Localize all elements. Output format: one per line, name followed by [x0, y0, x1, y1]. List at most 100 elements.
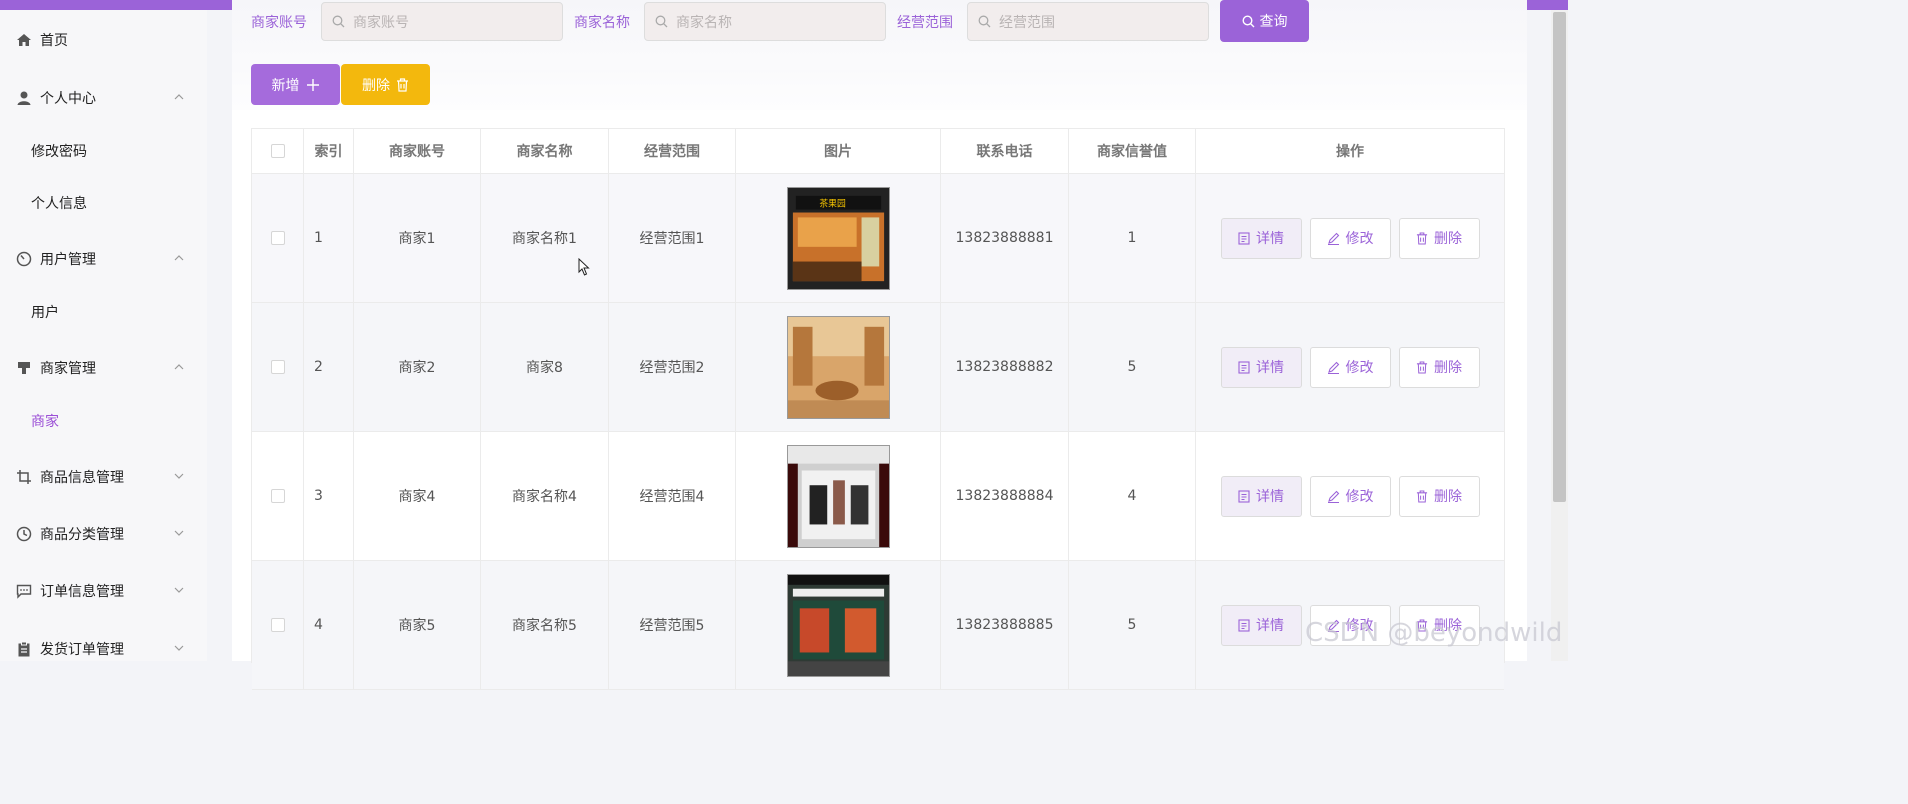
- edit-button[interactable]: 修改: [1309, 346, 1391, 388]
- add-button-label: 新增: [271, 77, 300, 94]
- search-icon: [655, 15, 668, 28]
- chevron-down-icon: [174, 530, 184, 536]
- sidebar-item-user-management[interactable]: 用户管理: [0, 239, 207, 279]
- edit-button[interactable]: 修改: [1309, 217, 1391, 259]
- sidebar-item-merchant[interactable]: 商家: [0, 401, 207, 441]
- search-icon: [332, 15, 345, 28]
- edit-button[interactable]: 修改: [1309, 475, 1391, 517]
- delete-button[interactable]: 删除: [1398, 475, 1480, 517]
- document-icon: [1238, 489, 1250, 503]
- chevron-down-icon: [174, 473, 184, 479]
- row-select-cell[interactable]: [252, 174, 304, 302]
- sidebar-item-merchant-management[interactable]: 商家管理: [0, 348, 207, 388]
- delete-button[interactable]: 删除: [1398, 346, 1480, 388]
- column-header: 商家账号: [354, 129, 481, 173]
- header-select-all[interactable]: [252, 129, 304, 173]
- cell-phone: 13823888882: [941, 303, 1069, 431]
- row-checkbox[interactable]: [270, 360, 285, 374]
- cell-image: [736, 561, 941, 689]
- clock-icon: [16, 526, 32, 542]
- row-checkbox[interactable]: [270, 231, 285, 245]
- detail-button[interactable]: 详情: [1220, 475, 1302, 517]
- cell-credit: 5: [1069, 303, 1196, 431]
- cell-phone: 13823888881: [941, 174, 1069, 302]
- cell-scope: 经营范围1: [609, 174, 736, 302]
- column-header: 经营范围: [609, 129, 736, 173]
- clipboard-icon: [16, 641, 32, 657]
- merchant-image: 茶果园: [786, 186, 890, 290]
- select-all-checkbox[interactable]: [270, 144, 285, 158]
- search-placeholder: 经营范围: [999, 14, 1055, 31]
- detail-button[interactable]: 详情: [1220, 217, 1302, 259]
- cell-index: 4: [304, 561, 354, 689]
- detail-button[interactable]: 详情: [1220, 346, 1302, 388]
- batch-delete-button[interactable]: 删除: [341, 64, 430, 105]
- search-input-account[interactable]: 商家账号: [321, 2, 563, 41]
- trash-icon: [397, 77, 408, 92]
- column-header: 索引: [304, 129, 354, 173]
- cell-account: 商家4: [354, 432, 481, 560]
- row-checkbox[interactable]: [270, 489, 285, 503]
- sidebar-item-label: 商品信息管理: [40, 470, 124, 486]
- edit-icon: [1327, 361, 1339, 374]
- chevron-down-icon: [174, 645, 184, 651]
- detail-button-label: 详情: [1256, 489, 1284, 505]
- trash-icon: [1416, 231, 1428, 245]
- delete-button-label: 删除: [362, 77, 390, 94]
- detail-button[interactable]: 详情: [1220, 604, 1302, 646]
- delete-button-label: 删除: [1434, 231, 1462, 247]
- document-icon: [1238, 231, 1250, 245]
- sidebar-item-label: 发货订单管理: [40, 642, 124, 658]
- merchant-table: 索引 商家账号 商家名称 经营范围 图片 联系电话 商家信誉值 操作 1 商家1…: [251, 128, 1505, 690]
- sidebar-item-personal-center[interactable]: 个人中心: [0, 78, 207, 118]
- delete-button[interactable]: 删除: [1398, 217, 1480, 259]
- sidebar-item-users[interactable]: 用户: [0, 292, 207, 332]
- sidebar-item-change-password[interactable]: 修改密码: [0, 131, 207, 171]
- search-input-scope[interactable]: 经营范围: [967, 2, 1209, 41]
- edit-button-label: 修改: [1345, 360, 1374, 376]
- merchant-image: [786, 444, 890, 548]
- cell-scope: 经营范围5: [609, 561, 736, 689]
- delete-button-label: 删除: [1434, 489, 1462, 505]
- shop-icon: [16, 360, 32, 376]
- add-button[interactable]: 新增: [251, 64, 340, 105]
- sidebar-item-home[interactable]: 首页: [0, 20, 207, 60]
- gauge-icon: [16, 251, 32, 267]
- cell-actions: 详情 修改 删除: [1196, 174, 1504, 302]
- cell-name: 商家8: [481, 303, 609, 431]
- sidebar-item-label: 用户: [31, 305, 59, 321]
- scrollbar-thumb[interactable]: [1553, 12, 1566, 502]
- search-placeholder: 商家名称: [676, 14, 732, 31]
- mouse-cursor-icon: [578, 258, 590, 276]
- crop-icon: [16, 469, 32, 485]
- chat-icon: [16, 583, 32, 599]
- sidebar-item-shipping-order-management[interactable]: 发货订单管理: [0, 629, 207, 669]
- row-select-cell[interactable]: [252, 432, 304, 560]
- cell-index: 3: [304, 432, 354, 560]
- plus-icon: [306, 78, 319, 91]
- sidebar-item-label: 首页: [40, 33, 68, 49]
- cell-image: [736, 432, 941, 560]
- detail-button-label: 详情: [1256, 360, 1284, 376]
- chevron-up-icon: [174, 364, 184, 370]
- edit-icon: [1327, 490, 1339, 503]
- row-select-cell[interactable]: [252, 561, 304, 689]
- row-select-cell[interactable]: [252, 303, 304, 431]
- cell-name: 商家名称4: [481, 432, 609, 560]
- sidebar-item-product-category-management[interactable]: 商品分类管理: [0, 514, 207, 554]
- search-label-account: 商家账号: [251, 15, 307, 31]
- table-row: 3 商家4 商家名称4 经营范围4 13823888884 4 详情 修改 删除: [252, 432, 1504, 561]
- sidebar-item-product-info-management[interactable]: 商品信息管理: [0, 457, 207, 497]
- sidebar-item-personal-info[interactable]: 个人信息: [0, 183, 207, 223]
- delete-button-label: 删除: [1434, 360, 1462, 376]
- watermark: CSDN @beyondwild: [1305, 618, 1563, 648]
- cell-name: 商家名称1: [481, 174, 609, 302]
- sidebar-item-order-info-management[interactable]: 订单信息管理: [0, 571, 207, 611]
- merchant-image: [786, 315, 890, 419]
- sidebar-item-label: 商品分类管理: [40, 527, 124, 543]
- query-button[interactable]: 查询: [1220, 0, 1309, 42]
- row-checkbox[interactable]: [270, 618, 285, 632]
- search-input-name[interactable]: 商家名称: [644, 2, 886, 41]
- cell-credit: 5: [1069, 561, 1196, 689]
- cell-account: 商家5: [354, 561, 481, 689]
